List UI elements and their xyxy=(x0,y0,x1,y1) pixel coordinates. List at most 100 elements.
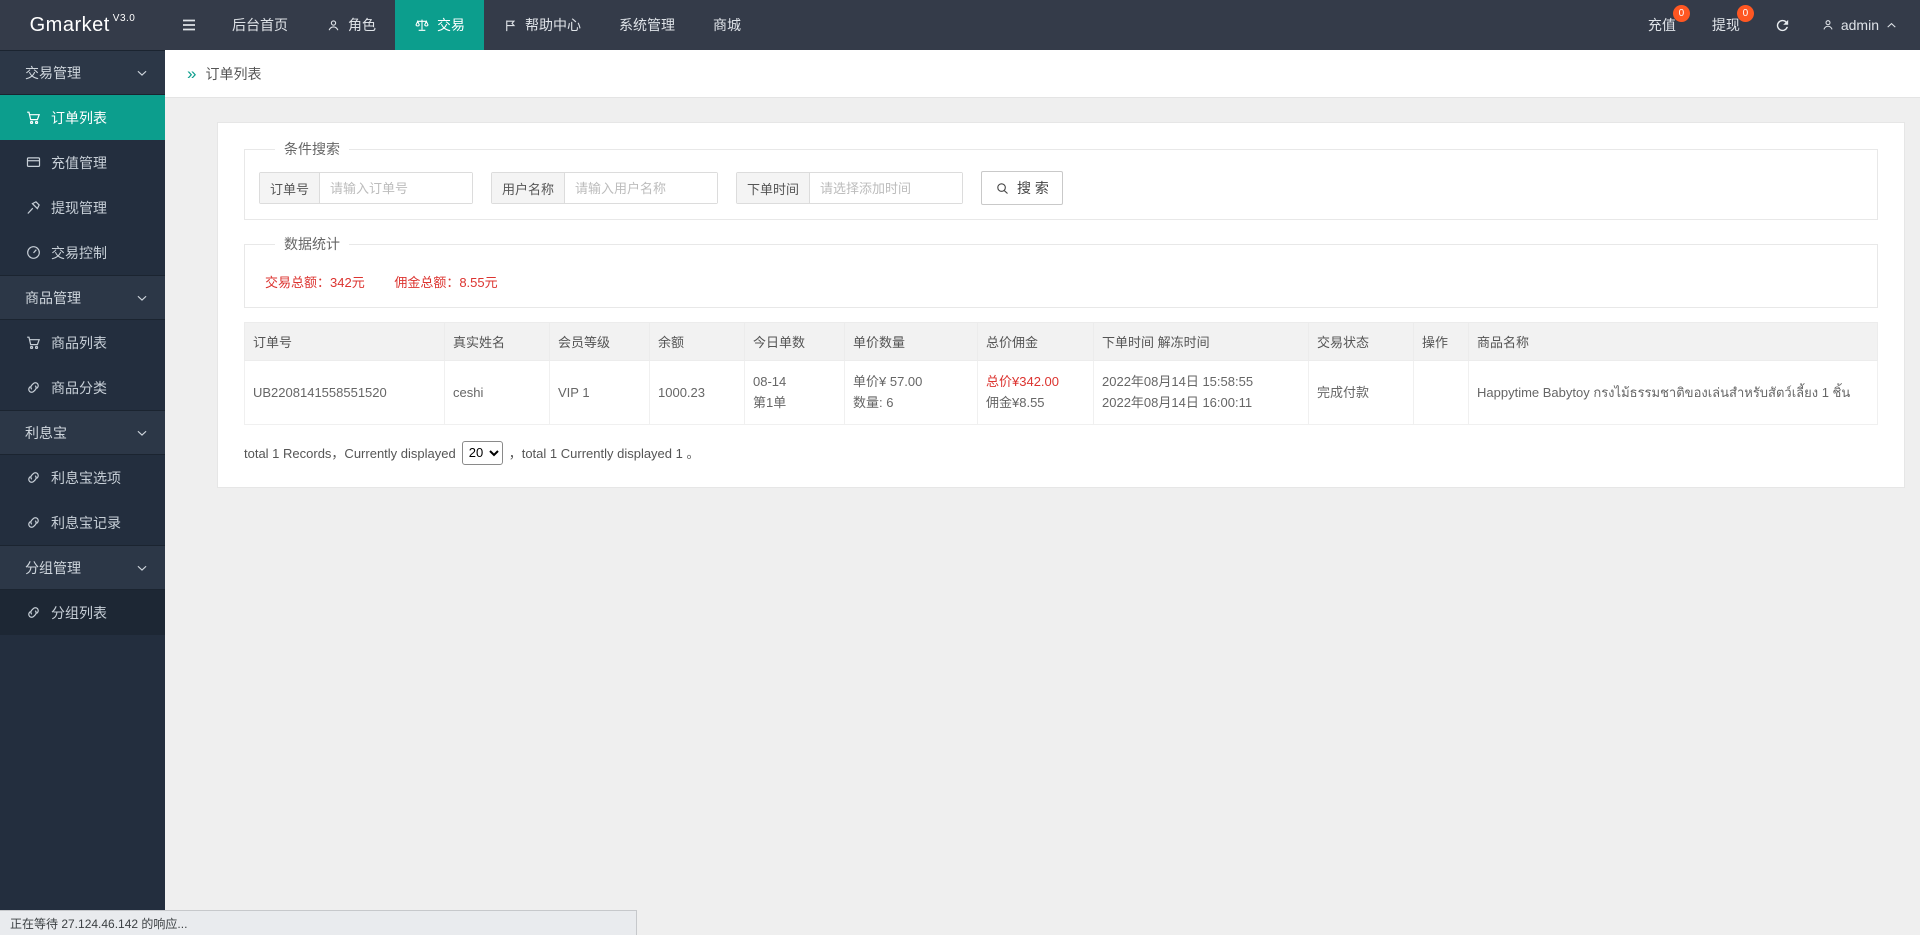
stats-panel-legend: 数据统计 xyxy=(284,236,340,252)
cell-trade-status: 完成付款 xyxy=(1308,360,1414,425)
col-product-name: 商品名称 xyxy=(1468,322,1878,361)
sidebar-section-interest[interactable]: 利息宝 xyxy=(0,410,165,455)
nav-item-trade[interactable]: 交易 xyxy=(395,0,484,50)
cart-icon xyxy=(25,109,42,126)
brand-version: V3.0 xyxy=(112,12,136,24)
breadcrumb-chevrons-icon: » xyxy=(187,63,197,83)
sidebar-item-product-list[interactable]: 商品列表 xyxy=(0,320,165,365)
content-card: 条件搜索 订单号 用户名称 下单时间 搜 索 xyxy=(217,122,1905,488)
nav-item-roles[interactable]: 角色 xyxy=(307,0,395,50)
col-trade-status: 交易状态 xyxy=(1308,322,1414,361)
col-actions: 操作 xyxy=(1413,322,1469,361)
col-order-unfreeze-time: 下单时间 解冻时间 xyxy=(1093,322,1309,361)
withdraw-button[interactable]: 提现 0 xyxy=(1694,0,1758,50)
scales-icon xyxy=(414,17,430,33)
user-name-input[interactable] xyxy=(565,173,718,203)
col-total-commission: 总价佣金 xyxy=(977,322,1094,361)
page-title: 订单列表 xyxy=(205,65,262,82)
navbar-right: 充值 0 提现 0 admin xyxy=(1630,0,1920,50)
chevron-up-icon xyxy=(1885,19,1898,32)
sidebar-section-group-mgmt[interactable]: 分组管理 xyxy=(0,545,165,590)
order-time-label: 下单时间 xyxy=(737,173,811,203)
link-icon xyxy=(25,604,42,621)
orders-table: 订单号 真实姓名 会员等级 余额 今日单数 单价数量 总价佣金 下单时间 解冻时… xyxy=(244,322,1878,425)
chevron-down-icon xyxy=(135,561,149,575)
commission-value: 佣金¥8.55 xyxy=(986,395,1045,411)
sidebar-item-recharge-mgmt[interactable]: 充值管理 xyxy=(0,140,165,185)
cell-today-orders: 08-14 第1单 xyxy=(744,360,845,425)
card-icon xyxy=(25,154,42,171)
sidebar-item-interest-records[interactable]: 利息宝记录 xyxy=(0,500,165,545)
hamburger-menu-icon[interactable] xyxy=(165,0,213,50)
cell-balance: 1000.23 xyxy=(649,360,745,425)
user-menu[interactable]: admin xyxy=(1807,0,1920,50)
person-icon xyxy=(326,18,341,33)
stats-panel: 数据统计 交易总额：342元 佣金总额：8.55元 xyxy=(244,234,1878,308)
col-unit-price-qty: 单价数量 xyxy=(844,322,978,361)
order-no-field-group: 订单号 xyxy=(259,172,474,204)
gauge-icon xyxy=(25,244,42,261)
search-button[interactable]: 搜 索 xyxy=(981,171,1063,205)
order-time-input[interactable] xyxy=(810,173,963,203)
col-today-orders: 今日单数 xyxy=(744,322,845,361)
user-name: admin xyxy=(1840,17,1879,33)
refresh-icon[interactable] xyxy=(1758,0,1807,50)
page-size-select[interactable]: 20 xyxy=(461,440,503,465)
main-content: 条件搜索 订单号 用户名称 下单时间 搜 索 xyxy=(165,98,1920,935)
recharge-button[interactable]: 充值 0 xyxy=(1630,0,1694,50)
recharge-badge: 0 xyxy=(1672,5,1690,22)
pagination-suffix: ，total 1 Currently displayed 1 。 xyxy=(508,446,700,462)
order-no-label: 订单号 xyxy=(260,173,321,203)
cell-product-name: Happytime Babytoy กรงไม้ธรรมชาติของเล่นส… xyxy=(1468,360,1878,425)
total-commission-amount: 佣金总额：8.55元 xyxy=(394,275,498,290)
user-name-label: 用户名称 xyxy=(492,173,566,203)
sidebar-item-order-list[interactable]: 订单列表 xyxy=(0,95,165,140)
sidebar-section-trade-mgmt[interactable]: 交易管理 xyxy=(0,50,165,95)
hammer-icon xyxy=(25,199,42,216)
sidebar-item-withdraw-mgmt[interactable]: 提现管理 xyxy=(0,185,165,230)
cell-vip-level: VIP 1 xyxy=(549,360,650,425)
order-no-input[interactable] xyxy=(320,173,473,203)
total-price-value: 总价¥342.00 xyxy=(986,374,1059,389)
nav-item-help-center[interactable]: 帮助中心 xyxy=(484,0,600,50)
main-nav: 后台首页 角色 交易 帮助中心 系统管理 商城 xyxy=(213,0,760,50)
withdraw-badge: 0 xyxy=(1736,5,1754,22)
brand-name: Gmarket xyxy=(29,13,110,36)
search-panel: 条件搜索 订单号 用户名称 下单时间 搜 索 xyxy=(244,139,1878,220)
breadcrumb: » 订单列表 xyxy=(165,50,1920,98)
cell-real-name: ceshi xyxy=(444,360,550,425)
top-navbar: Gmarket V3.0 后台首页 角色 交易 帮助中心 系统管理 商城 充值 xyxy=(0,0,1920,50)
sidebar-item-product-category[interactable]: 商品分类 xyxy=(0,365,165,410)
pagination: total 1 Records，Currently displayed 20 ，… xyxy=(244,440,1878,465)
link-icon xyxy=(25,379,42,396)
browser-status-bar: 正在等待 27.124.46.142 的响应... xyxy=(0,910,637,935)
pagination-prefix: total 1 Records，Currently displayed xyxy=(244,446,456,462)
nav-item-mall[interactable]: 商城 xyxy=(694,0,760,50)
sidebar-section-product-mgmt[interactable]: 商品管理 xyxy=(0,275,165,320)
cell-order-unfreeze-time: 2022年08月14日 15:58:55 2022年08月14日 16:00:1… xyxy=(1093,360,1309,425)
brand-logo[interactable]: Gmarket V3.0 xyxy=(0,0,165,50)
sidebar-item-interest-options[interactable]: 利息宝选项 xyxy=(0,455,165,500)
table-header-row: 订单号 真实姓名 会员等级 余额 今日单数 单价数量 总价佣金 下单时间 解冻时… xyxy=(244,322,1878,361)
nav-item-dashboard[interactable]: 后台首页 xyxy=(213,0,307,50)
user-name-field-group: 用户名称 xyxy=(491,172,719,204)
order-time-field-group: 下单时间 xyxy=(736,172,964,204)
sidebar: 交易管理 订单列表 充值管理 提现管理 交易控制 商品管理 商品列表 商品分类 … xyxy=(0,50,165,935)
sidebar-item-trade-control[interactable]: 交易控制 xyxy=(0,230,165,275)
chevron-down-icon xyxy=(135,291,149,305)
col-vip-level: 会员等级 xyxy=(549,322,650,361)
cart-icon xyxy=(25,334,42,351)
sidebar-item-group-list[interactable]: 分组列表 xyxy=(0,590,165,635)
user-icon xyxy=(1821,18,1835,32)
search-panel-legend: 条件搜索 xyxy=(284,141,340,157)
chevron-down-icon xyxy=(135,426,149,440)
total-trade-amount: 交易总额：342元 xyxy=(265,275,365,290)
nav-item-system[interactable]: 系统管理 xyxy=(600,0,694,50)
col-order-no: 订单号 xyxy=(244,322,445,361)
col-balance: 余额 xyxy=(649,322,745,361)
stats-line: 交易总额：342元 佣金总额：8.55元 xyxy=(259,266,1863,293)
col-real-name: 真实姓名 xyxy=(444,322,550,361)
cell-total-commission: 总价¥342.00 佣金¥8.55 xyxy=(977,360,1094,425)
flag-icon xyxy=(503,18,518,33)
link-icon xyxy=(25,469,42,486)
